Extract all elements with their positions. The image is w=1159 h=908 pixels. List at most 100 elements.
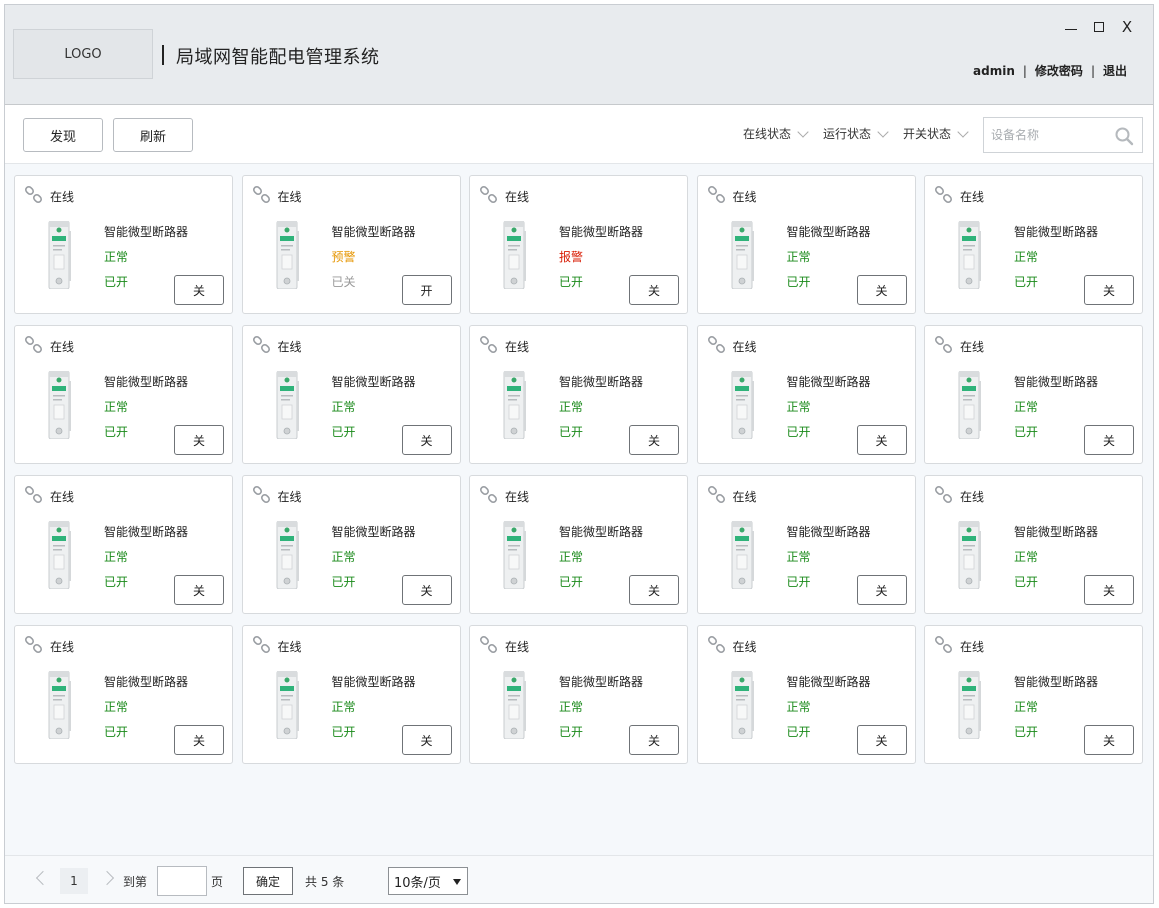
switch-status: 已开 bbox=[559, 725, 584, 739]
switch-status: 已开 bbox=[331, 575, 356, 589]
app-title: 局域网智能配电管理系统 bbox=[176, 47, 380, 68]
device-card: 在线 智能微型断路器 正常 已开 关 bbox=[241, 475, 461, 614]
device-name: 智能微型断路器 bbox=[1014, 375, 1099, 389]
switch-toggle-button[interactable]: 关 bbox=[174, 275, 224, 305]
device-name: 智能微型断路器 bbox=[786, 675, 871, 689]
switch-status: 已开 bbox=[104, 575, 129, 589]
link-icon bbox=[24, 185, 43, 204]
online-status: 在线 bbox=[960, 490, 985, 504]
online-status: 在线 bbox=[732, 190, 757, 204]
switch-toggle-button[interactable]: 关 bbox=[1084, 725, 1134, 755]
online-status: 在线 bbox=[505, 490, 530, 504]
device-card: 在线 智能微型断路器 正常 已开 关 bbox=[696, 625, 916, 764]
online-status: 在线 bbox=[50, 640, 75, 654]
page-number-current[interactable]: 1 bbox=[60, 868, 88, 894]
device-card: 在线 智能微型断路器 正常 已开 关 bbox=[241, 625, 461, 764]
page-size-select[interactable]: 10条/页 bbox=[388, 867, 468, 895]
device-name-search-input[interactable] bbox=[984, 118, 1109, 152]
online-status: 在线 bbox=[960, 640, 985, 654]
device-name: 智能微型断路器 bbox=[331, 375, 416, 389]
link-icon bbox=[479, 635, 498, 654]
prev-page-icon[interactable] bbox=[35, 870, 51, 886]
breaker-device-image bbox=[276, 671, 299, 739]
discover-button[interactable]: 发现 bbox=[23, 118, 103, 152]
online-status: 在线 bbox=[50, 190, 75, 204]
toolbar: 发现 刷新 在线状态 运行状态 开关状态 bbox=[5, 105, 1153, 164]
maximize-icon bbox=[1094, 22, 1104, 32]
online-status: 在线 bbox=[732, 490, 757, 504]
device-card: 在线 智能微型断路器 正常 已开 关 bbox=[696, 475, 916, 614]
switch-toggle-button[interactable]: 关 bbox=[174, 725, 224, 755]
switch-toggle-button[interactable]: 关 bbox=[856, 575, 907, 605]
device-name: 智能微型断路器 bbox=[786, 375, 871, 389]
device-card: 在线 智能微型断路器 报警 已开 关 bbox=[469, 175, 688, 314]
switch-toggle-button[interactable]: 关 bbox=[856, 425, 907, 455]
switch-toggle-button[interactable]: 关 bbox=[1084, 275, 1134, 305]
device-card: 在线 智能微型断路器 正常 已开 关 bbox=[924, 175, 1143, 314]
breaker-device-image bbox=[48, 371, 71, 439]
online-status: 在线 bbox=[505, 640, 530, 654]
filter-label: 开关状态 bbox=[902, 127, 951, 141]
logout-link[interactable]: 退出 bbox=[1103, 62, 1127, 79]
switch-toggle-button[interactable]: 关 bbox=[401, 425, 452, 455]
online-status-filter[interactable]: 在线状态 bbox=[743, 125, 809, 142]
device-card: 在线 智能微型断路器 正常 已开 关 bbox=[924, 625, 1143, 764]
switch-toggle-button[interactable]: 关 bbox=[174, 575, 224, 605]
online-status: 在线 bbox=[277, 640, 302, 654]
run-status: 正常 bbox=[559, 550, 584, 564]
link-icon bbox=[24, 485, 43, 504]
switch-toggle-button[interactable]: 关 bbox=[1084, 575, 1134, 605]
switch-toggle-button[interactable]: 开 bbox=[401, 275, 452, 305]
breaker-device-image bbox=[731, 371, 754, 439]
run-status: 正常 bbox=[331, 400, 356, 414]
goto-confirm-button[interactable]: 确定 bbox=[243, 867, 293, 895]
search-icon[interactable] bbox=[1114, 126, 1134, 146]
switch-status: 已开 bbox=[559, 275, 584, 289]
run-status: 正常 bbox=[559, 700, 584, 714]
online-status: 在线 bbox=[50, 340, 75, 354]
run-status-filter[interactable]: 运行状态 bbox=[822, 125, 889, 142]
switch-status-filter[interactable]: 开关状态 bbox=[902, 125, 969, 142]
switch-toggle-button[interactable]: 关 bbox=[401, 575, 452, 605]
device-card: 在线 智能微型断路器 正常 已开 关 bbox=[241, 325, 461, 464]
run-status: 正常 bbox=[786, 250, 811, 264]
maximize-button[interactable] bbox=[1091, 19, 1107, 35]
device-name: 智能微型断路器 bbox=[559, 675, 644, 689]
switch-toggle-button[interactable]: 关 bbox=[856, 275, 907, 305]
switch-toggle-button[interactable]: 关 bbox=[629, 575, 679, 605]
device-card: 在线 智能微型断路器 正常 已开 关 bbox=[924, 475, 1143, 614]
username: admin bbox=[973, 63, 1015, 78]
switch-toggle-button[interactable]: 关 bbox=[856, 725, 907, 755]
link-icon bbox=[479, 335, 498, 354]
online-status: 在线 bbox=[732, 640, 757, 654]
filter-label: 运行状态 bbox=[822, 127, 871, 141]
device-name: 智能微型断路器 bbox=[104, 375, 189, 389]
breaker-device-image bbox=[276, 521, 299, 589]
chevron-down-icon bbox=[957, 125, 969, 138]
minimize-button[interactable] bbox=[1063, 19, 1079, 35]
switch-status: 已开 bbox=[104, 425, 129, 439]
switch-status: 已开 bbox=[1014, 575, 1039, 589]
switch-status: 已开 bbox=[331, 425, 356, 439]
refresh-button[interactable]: 刷新 bbox=[113, 118, 193, 152]
switch-toggle-button[interactable]: 关 bbox=[629, 725, 679, 755]
switch-toggle-button[interactable]: 关 bbox=[629, 275, 679, 305]
breaker-device-image bbox=[503, 371, 526, 439]
goto-page-input[interactable] bbox=[157, 866, 207, 896]
device-grid: 在线 智能微型断路器 正常 已开 关 在线 智能微型断路器 预警 已关 开 在线… bbox=[14, 175, 1144, 764]
switch-toggle-button[interactable]: 关 bbox=[629, 425, 679, 455]
page-size-value: 10条/页 bbox=[394, 875, 441, 891]
close-button[interactable]: X bbox=[1119, 18, 1135, 36]
total-count: 共 5 条 bbox=[305, 875, 345, 889]
run-status: 正常 bbox=[786, 550, 811, 564]
change-password-link[interactable]: 修改密码 bbox=[1035, 62, 1083, 79]
run-status: 正常 bbox=[104, 550, 129, 564]
switch-toggle-button[interactable]: 关 bbox=[401, 725, 452, 755]
switch-toggle-button[interactable]: 关 bbox=[174, 425, 224, 455]
switch-toggle-button[interactable]: 关 bbox=[1084, 425, 1134, 455]
next-page-icon[interactable] bbox=[99, 870, 115, 886]
device-name: 智能微型断路器 bbox=[104, 525, 189, 539]
breaker-device-image bbox=[731, 521, 754, 589]
switch-status: 已开 bbox=[104, 725, 129, 739]
breaker-device-image bbox=[276, 221, 299, 289]
